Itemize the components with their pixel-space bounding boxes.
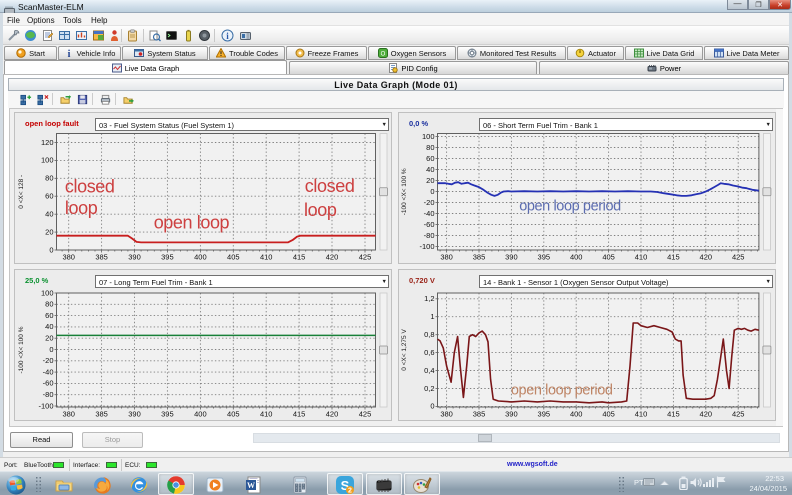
svg-text:0,2: 0,2 bbox=[424, 384, 434, 393]
svg-text:80: 80 bbox=[426, 143, 434, 152]
svg-text:415: 415 bbox=[293, 410, 306, 419]
svg-text:420: 420 bbox=[700, 253, 713, 262]
svg-text:open loop period: open loop period bbox=[519, 198, 621, 214]
svg-text:60: 60 bbox=[45, 192, 53, 201]
svg-text:O: O bbox=[380, 52, 385, 58]
svg-text:100: 100 bbox=[41, 288, 54, 297]
svg-text:0 <X< 1,275 V: 0 <X< 1,275 V bbox=[401, 329, 408, 371]
svg-text:-40: -40 bbox=[424, 209, 435, 218]
svg-text:0: 0 bbox=[430, 402, 434, 411]
svg-text:-80: -80 bbox=[424, 231, 435, 240]
svg-text:405: 405 bbox=[227, 410, 240, 419]
svg-text:400: 400 bbox=[194, 253, 207, 262]
svg-text:415: 415 bbox=[667, 253, 680, 262]
svg-text:425: 425 bbox=[732, 253, 745, 262]
svg-text:1,2: 1,2 bbox=[424, 294, 434, 303]
svg-text:60: 60 bbox=[45, 311, 53, 320]
svg-text:closed: closed bbox=[305, 176, 355, 196]
svg-text:385: 385 bbox=[473, 253, 486, 262]
svg-text:390: 390 bbox=[128, 253, 141, 262]
svg-text:420: 420 bbox=[326, 253, 339, 262]
svg-text:405: 405 bbox=[602, 410, 615, 419]
svg-text:-20: -20 bbox=[43, 356, 54, 365]
svg-text:-60: -60 bbox=[43, 379, 54, 388]
svg-text:425: 425 bbox=[359, 253, 372, 262]
svg-text:395: 395 bbox=[538, 410, 551, 419]
svg-text:380: 380 bbox=[62, 253, 75, 262]
svg-text:380: 380 bbox=[440, 410, 453, 419]
svg-text:410: 410 bbox=[635, 410, 648, 419]
svg-text:0,8: 0,8 bbox=[424, 330, 434, 339]
svg-text:425: 425 bbox=[359, 410, 372, 419]
svg-text:20: 20 bbox=[45, 334, 53, 343]
svg-text:395: 395 bbox=[538, 253, 551, 262]
svg-text:100: 100 bbox=[422, 132, 435, 141]
svg-text:W: W bbox=[247, 481, 255, 490]
svg-text:i: i bbox=[67, 49, 70, 58]
svg-text:0,6: 0,6 bbox=[424, 348, 434, 357]
svg-text:0: 0 bbox=[49, 245, 53, 254]
svg-text:loop: loop bbox=[65, 198, 98, 218]
svg-text:405: 405 bbox=[227, 253, 240, 262]
svg-text:20: 20 bbox=[426, 176, 434, 185]
svg-text:60: 60 bbox=[426, 154, 434, 163]
svg-text:390: 390 bbox=[505, 253, 518, 262]
svg-text:415: 415 bbox=[667, 410, 680, 419]
svg-text:410: 410 bbox=[260, 410, 273, 419]
svg-text:-100 <X< 100 %: -100 <X< 100 % bbox=[401, 168, 408, 215]
svg-text:40: 40 bbox=[45, 210, 53, 219]
svg-text:420: 420 bbox=[700, 410, 713, 419]
svg-text:closed: closed bbox=[65, 176, 115, 196]
svg-text:120: 120 bbox=[41, 138, 54, 147]
svg-text:385: 385 bbox=[95, 410, 108, 419]
svg-text:-60: -60 bbox=[424, 220, 435, 229]
svg-text:380: 380 bbox=[62, 410, 75, 419]
svg-text:390: 390 bbox=[505, 410, 518, 419]
svg-text:-20: -20 bbox=[424, 198, 435, 207]
svg-text:0: 0 bbox=[49, 345, 53, 354]
svg-text:405: 405 bbox=[602, 253, 615, 262]
svg-text:80: 80 bbox=[45, 300, 53, 309]
svg-text:-40: -40 bbox=[43, 367, 54, 376]
svg-text:40: 40 bbox=[426, 165, 434, 174]
svg-text:-80: -80 bbox=[43, 390, 54, 399]
svg-text:80: 80 bbox=[45, 174, 53, 183]
svg-text:0 <X< 128 -: 0 <X< 128 - bbox=[18, 175, 25, 209]
svg-text:open loop period: open loop period bbox=[511, 383, 613, 399]
svg-text:410: 410 bbox=[260, 253, 273, 262]
svg-text:415: 415 bbox=[293, 253, 306, 262]
svg-text:400: 400 bbox=[194, 410, 207, 419]
svg-text:0,4: 0,4 bbox=[424, 366, 434, 375]
svg-text:390: 390 bbox=[128, 410, 141, 419]
svg-text:-100 <X< 100 %: -100 <X< 100 % bbox=[18, 326, 25, 373]
svg-text:2: 2 bbox=[348, 488, 352, 495]
svg-text:410: 410 bbox=[635, 253, 648, 262]
svg-text:loop: loop bbox=[304, 200, 337, 220]
svg-text:100: 100 bbox=[41, 156, 54, 165]
svg-text:385: 385 bbox=[473, 410, 486, 419]
svg-text:395: 395 bbox=[161, 410, 174, 419]
svg-text:385: 385 bbox=[95, 253, 108, 262]
svg-text:20: 20 bbox=[45, 227, 53, 236]
svg-text:425: 425 bbox=[732, 410, 745, 419]
svg-text:380: 380 bbox=[440, 253, 453, 262]
svg-text:400: 400 bbox=[570, 410, 583, 419]
svg-text:1: 1 bbox=[430, 312, 434, 321]
svg-text:40: 40 bbox=[45, 322, 53, 331]
svg-text:-100: -100 bbox=[38, 401, 53, 410]
svg-text:395: 395 bbox=[161, 253, 174, 262]
svg-text:open loop: open loop bbox=[154, 213, 230, 233]
svg-text:0: 0 bbox=[430, 187, 434, 196]
svg-text:-100: -100 bbox=[419, 242, 434, 251]
svg-text:420: 420 bbox=[326, 410, 339, 419]
svg-text:400: 400 bbox=[570, 253, 583, 262]
